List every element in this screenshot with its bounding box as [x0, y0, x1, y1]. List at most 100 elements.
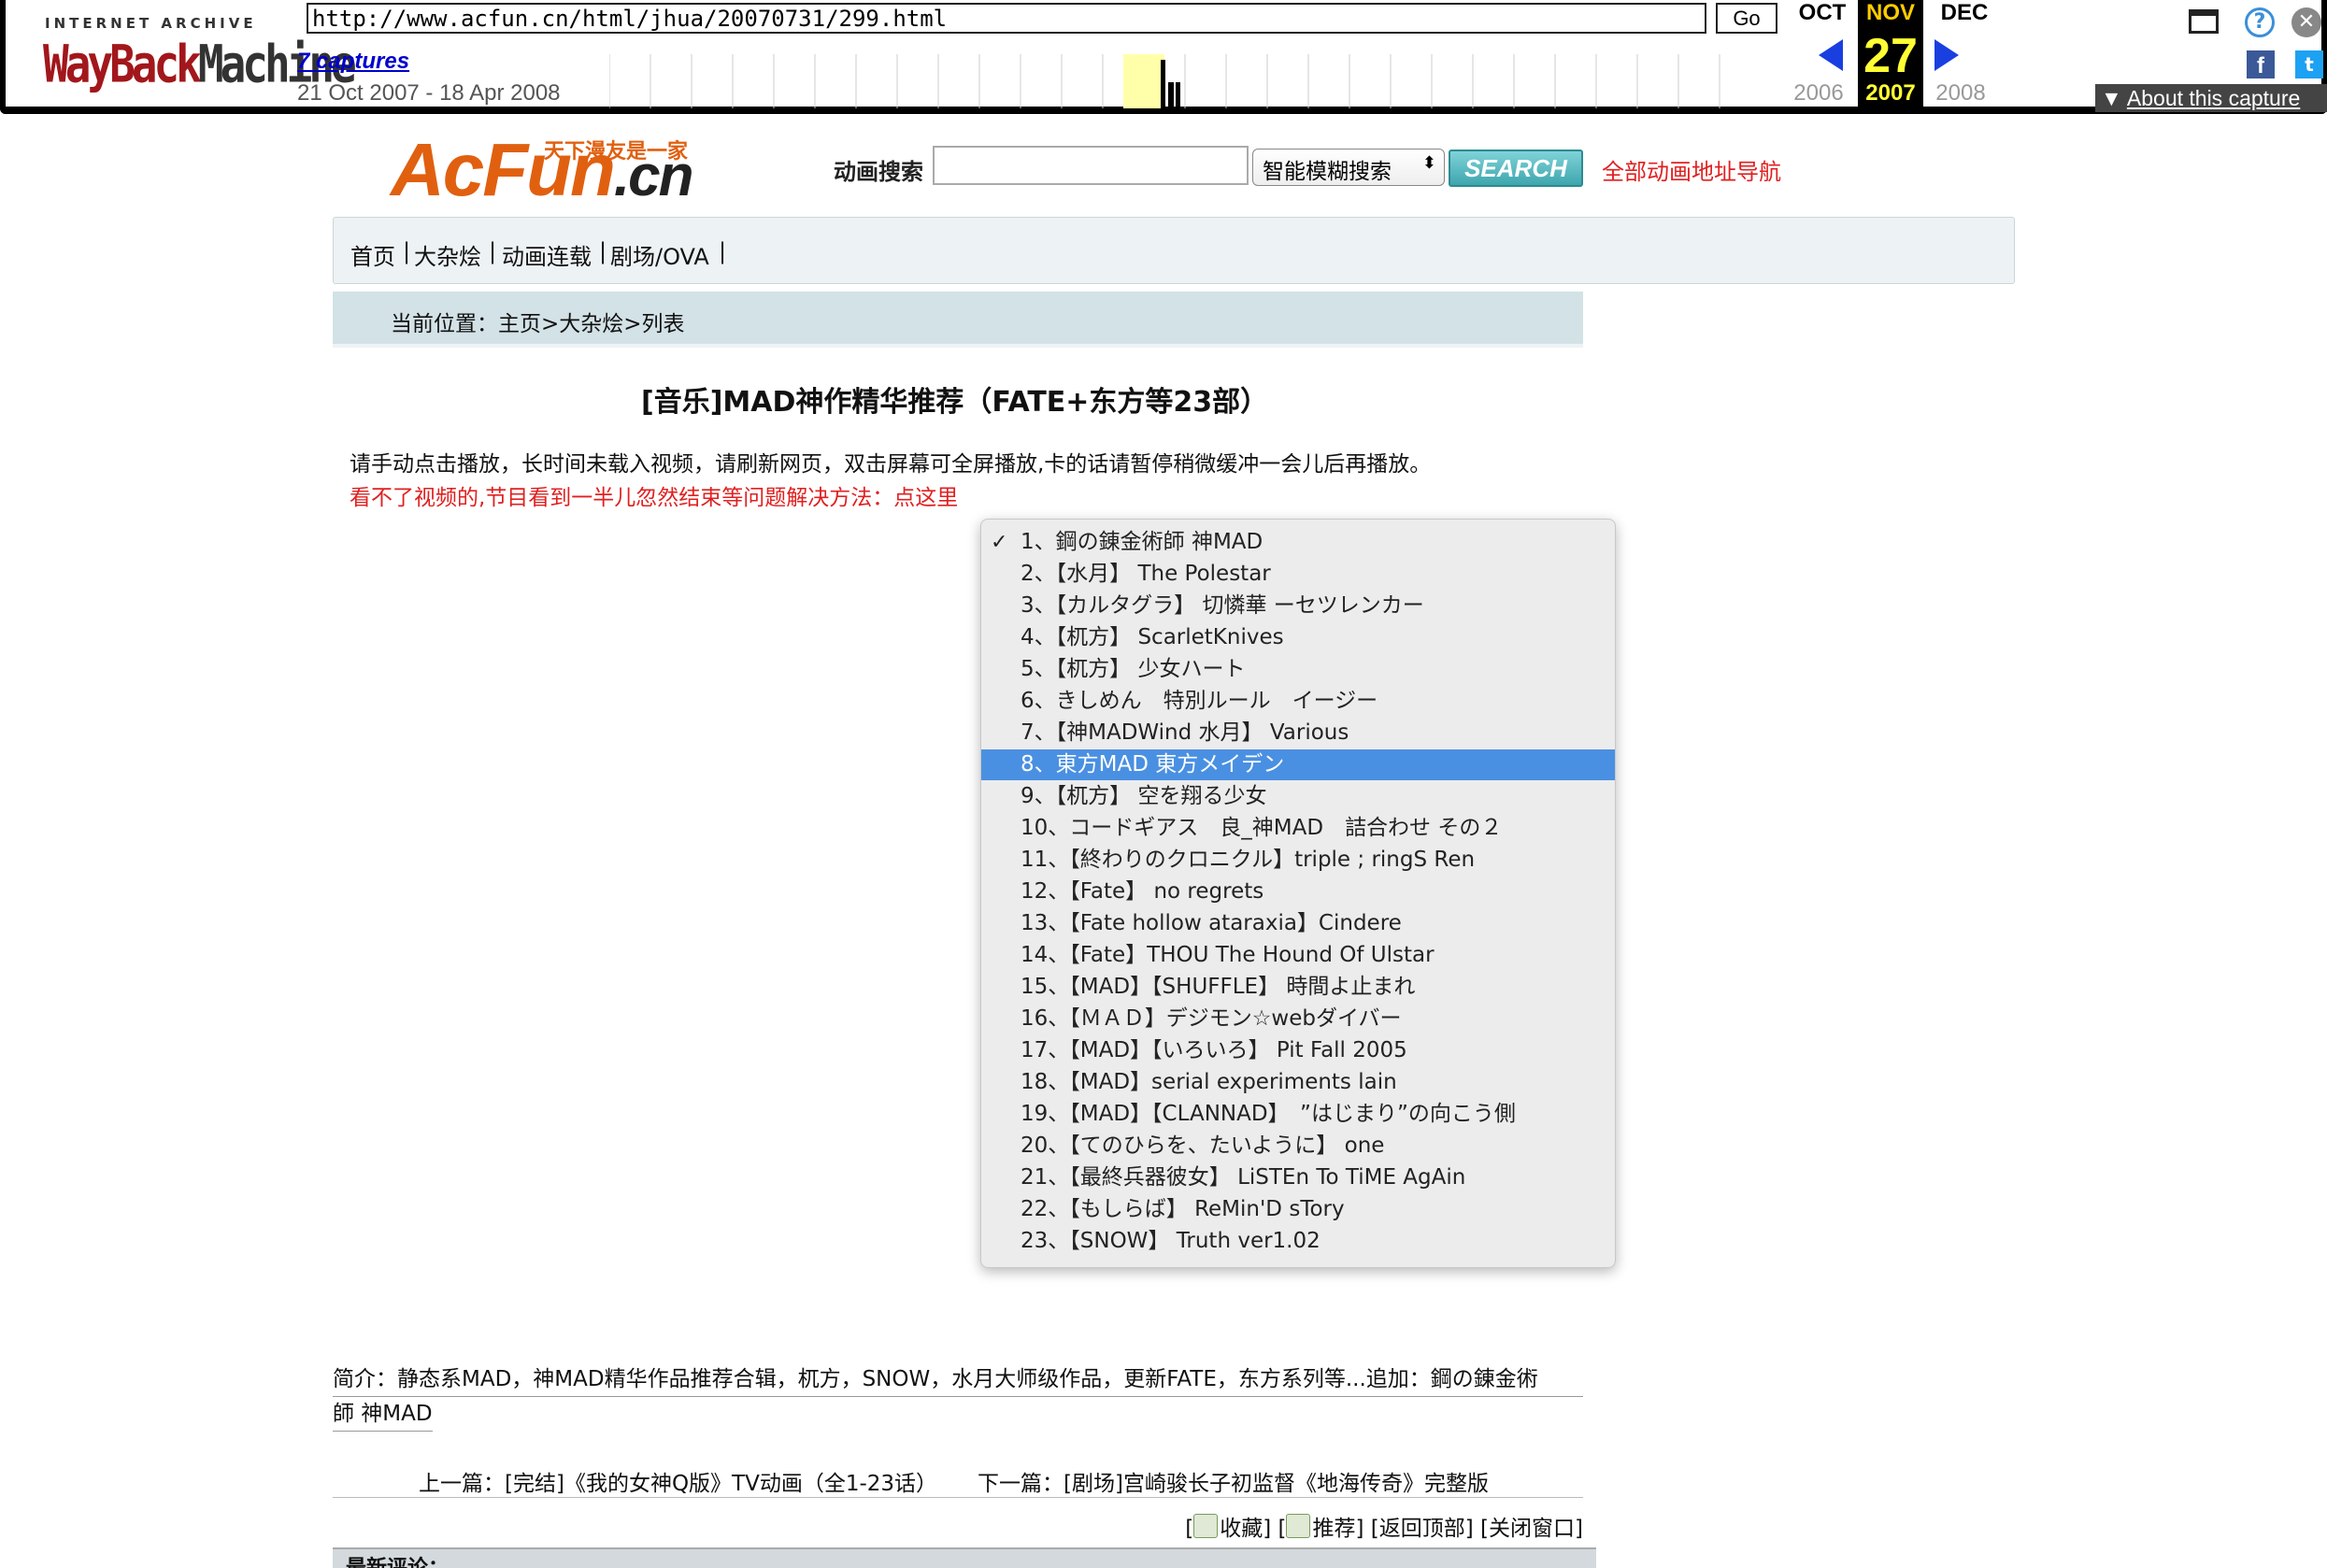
- menu-separator: |: [599, 238, 607, 264]
- menu-theater-ova[interactable]: 剧场/OVA: [610, 238, 709, 271]
- help-link[interactable]: 看不了视频的,节目看到一半儿忽然结束等问题解决方法：点这里: [350, 479, 958, 511]
- option-label: 11、【終わりのクロニクル】triple ; ringS Ren: [1021, 848, 1476, 872]
- help-icon[interactable]: ?: [2245, 7, 2275, 37]
- dropdown-option[interactable]: 18、【MAD】serial experiments lain: [981, 1067, 1615, 1098]
- close-icon[interactable]: ✕: [2291, 7, 2321, 37]
- recommend-icon: [1286, 1514, 1311, 1538]
- dropdown-option[interactable]: 9、【杌方】 空を翔る少女: [981, 781, 1615, 812]
- dropdown-option[interactable]: 7、【神MADWind 水月】 Various: [981, 718, 1615, 748]
- capture-sparkline[interactable]: [609, 54, 1768, 108]
- close-window-link[interactable]: [关闭窗口]: [1480, 1517, 1583, 1541]
- dropdown-option[interactable]: 6、きしめん 特別ルール イージー: [981, 686, 1615, 717]
- comments-header: 最新评论：: [333, 1547, 1596, 1568]
- menu-separator: |: [403, 238, 411, 264]
- breadcrumb: 当前位置：主页>大杂烩>列表: [333, 292, 1583, 344]
- option-label: 4、【杌方】 ScarletKnives: [1021, 625, 1284, 649]
- option-label: 13、【Fate hollow ataraxia】Cindere: [1021, 911, 1402, 935]
- checkmark-icon: ✓: [991, 531, 1008, 554]
- option-label: 12、【Fate】 no regrets: [1021, 879, 1264, 904]
- dropdown-triangle-icon: ▼: [2101, 86, 2127, 110]
- option-label: 17、【MAD】【いろいろ】 Pit Fall 2005: [1021, 1038, 1407, 1062]
- menu-separator: |: [489, 238, 497, 264]
- menu-home[interactable]: 首页: [350, 238, 395, 271]
- breadcrumb-text[interactable]: 当前位置：主页>大杂烩>列表: [391, 306, 685, 337]
- next-year-link[interactable]: 2008: [1925, 80, 1996, 107]
- dropdown-option[interactable]: 11、【終わりのクロニクル】triple ; ringS Ren: [981, 845, 1615, 876]
- dropdown-option[interactable]: 12、【Fate】 no regrets: [981, 877, 1615, 907]
- dropdown-option[interactable]: 21、【最終兵器彼女】 LiSTEn To TiME AgAin: [981, 1162, 1615, 1193]
- option-label: 2、【水月】 The Polestar: [1021, 562, 1271, 586]
- anime-nav-link[interactable]: 全部动画地址导航: [1602, 153, 1781, 186]
- dropdown-option[interactable]: 20、【てのひらを、たいように】 one: [981, 1131, 1615, 1162]
- play-instructions: 请手动点击播放，长时间未载入视频，请刷新网页，双击屏幕可全屏播放,卡的话请暂停稍…: [350, 452, 1432, 477]
- dropdown-option[interactable]: 4、【杌方】 ScarletKnives: [981, 622, 1615, 653]
- wayback-url-input[interactable]: http://www.acfun.cn/html/jhua/20070731/2…: [307, 3, 1706, 34]
- favorite-icon: [1193, 1514, 1219, 1538]
- option-label: 18、【MAD】serial experiments lain: [1021, 1070, 1397, 1094]
- menu-misc[interactable]: 大杂烩: [414, 238, 481, 271]
- prev-article-link[interactable]: 上一篇：[完结]《我的女神Q版》TV动画（全1-23话）: [419, 1465, 937, 1497]
- option-label: 21、【最終兵器彼女】 LiSTEn To TiME AgAin: [1021, 1165, 1466, 1190]
- option-label: 5、【杌方】 少女ハート: [1021, 657, 1246, 681]
- favorite-link[interactable]: 收藏: [1220, 1517, 1263, 1541]
- option-label: 22、【もしらば】 ReMin'D sTory: [1021, 1197, 1345, 1221]
- dropdown-option-highlighted[interactable]: 8、東方MAD 東方メイデン: [981, 749, 1615, 780]
- option-label: 9、【杌方】 空を翔る少女: [1021, 784, 1267, 808]
- dropdown-option[interactable]: 13、【Fate hollow ataraxia】Cindere: [981, 908, 1615, 939]
- twitter-icon[interactable]: t: [2295, 50, 2323, 78]
- option-label: 16、【ＭＡＤ】デジモン☆webダイバー: [1021, 1006, 1402, 1031]
- dropdown-option[interactable]: 10、コードギアス 良_神MAD 詰合わせ その２: [981, 813, 1615, 844]
- captures-link[interactable]: 7 captures: [297, 49, 409, 75]
- dropdown-option[interactable]: 16、【ＭＡＤ】デジモン☆webダイバー: [981, 1004, 1615, 1034]
- about-capture-button[interactable]: ▼ About this capture: [2095, 84, 2327, 112]
- search-button[interactable]: SEARCH: [1449, 150, 1583, 187]
- window-icon[interactable]: [2189, 9, 2219, 34]
- search-input[interactable]: [933, 146, 1249, 185]
- search-mode-value: 智能模糊搜索: [1263, 160, 1392, 184]
- intro-line: 简介：静态系MAD，神MAD精华作品推荐合辑，杌方，SNOW，水月大师级作品，更…: [333, 1362, 1583, 1397]
- option-label: 1、鋼の錬金術師 神MAD: [1021, 530, 1263, 554]
- wayback-logo-caption: INTERNET ARCHIVE: [45, 15, 257, 32]
- dropdown-option[interactable]: 14、【Fate】THOU The Hound Of Ulstar: [981, 940, 1615, 971]
- wayback-logo-word: WayBack: [43, 34, 202, 94]
- menu-series[interactable]: 动画连载: [502, 238, 592, 271]
- prev-capture-arrow-icon[interactable]: [1819, 39, 1843, 71]
- article-tools: [收藏] [推荐] [返回顶部] [关闭窗口]: [1185, 1510, 1583, 1542]
- dropdown-option[interactable]: 15、【MAD】【SHUFFLE】 時間よ止まれ: [981, 972, 1615, 1003]
- about-capture-label: About this capture: [2126, 86, 2301, 110]
- dropdown-option[interactable]: 2、【水月】 The Polestar: [981, 559, 1615, 590]
- option-label: 20、【てのひらを、たいように】 one: [1021, 1133, 1385, 1158]
- facebook-icon[interactable]: f: [2247, 50, 2275, 78]
- back-to-top-link[interactable]: [返回顶部]: [1371, 1517, 1474, 1541]
- dropdown-option[interactable]: 22、【もしらば】 ReMin'D sTory: [981, 1194, 1615, 1225]
- next-article-link[interactable]: 下一篇：[剧场]宫崎骏长子初监督《地海传奇》完整版: [978, 1465, 1489, 1497]
- video-select-dropdown[interactable]: ✓ 1、鋼の錬金術師 神MAD 2、【水月】 The Polestar 3、【カル…: [980, 519, 1616, 1268]
- go-button[interactable]: Go: [1716, 3, 1777, 34]
- search-mode-select[interactable]: 智能模糊搜索 ⬍: [1252, 149, 1445, 186]
- option-label: 6、きしめん 特別ルール イージー: [1021, 689, 1378, 713]
- option-label: 7、【神MADWind 水月】 Various: [1021, 720, 1349, 745]
- prev-next-nav: 上一篇：[完结]《我的女神Q版》TV动画（全1-23话） 下一篇：[剧场]宫崎骏…: [333, 1463, 1583, 1498]
- next-month-link[interactable]: DEC: [1929, 0, 2000, 26]
- prev-month-link[interactable]: OCT: [1787, 0, 1858, 26]
- dropdown-option[interactable]: 19、【MAD】【CLANNAD】 ”はじまり”の向こう側: [981, 1099, 1615, 1130]
- prev-year-link[interactable]: 2006: [1783, 80, 1854, 107]
- wayback-toolbar: INTERNET ARCHIVE WayBackMachine http://w…: [0, 0, 2327, 114]
- dropdown-option[interactable]: 17、【MAD】【いろいろ】 Pit Fall 2005: [981, 1035, 1615, 1066]
- next-capture-arrow-icon[interactable]: [1934, 39, 1959, 71]
- divider: [333, 344, 1583, 348]
- main-menu: 首页 | 大杂烩 | 动画连载 | 剧场/OVA |: [333, 217, 2015, 284]
- dropdown-option[interactable]: 23、【SNOW】 Truth ver1.02: [981, 1226, 1615, 1257]
- acfun-logo[interactable]: AcFun.cn 天下漫友是一家: [391, 131, 727, 209]
- dropdown-option[interactable]: 3、【カルタグラ】 切憐華 ーセツレンカー: [981, 591, 1615, 621]
- dropdown-option[interactable]: 5、【杌方】 少女ハート: [981, 654, 1615, 685]
- option-label: 19、【MAD】【CLANNAD】 ”はじまり”の向こう側: [1021, 1102, 1516, 1126]
- page-title: [音乐]MAD神作精华推荐（FATE+东方等23部）: [641, 386, 1269, 419]
- current-year: 2007: [1865, 80, 1916, 106]
- current-day: 27: [1863, 29, 1918, 83]
- option-label: 23、【SNOW】 Truth ver1.02: [1021, 1229, 1321, 1253]
- intro-text: 简介：静态系MAD，神MAD精华作品推荐合辑，杌方，SNOW，水月大师级作品，更…: [333, 1362, 1583, 1432]
- dropdown-option[interactable]: ✓ 1、鋼の錬金術師 神MAD: [981, 527, 1615, 558]
- recommend-link[interactable]: 推荐: [1312, 1517, 1355, 1541]
- logo-slogan: 天下漫友是一家: [544, 139, 689, 164]
